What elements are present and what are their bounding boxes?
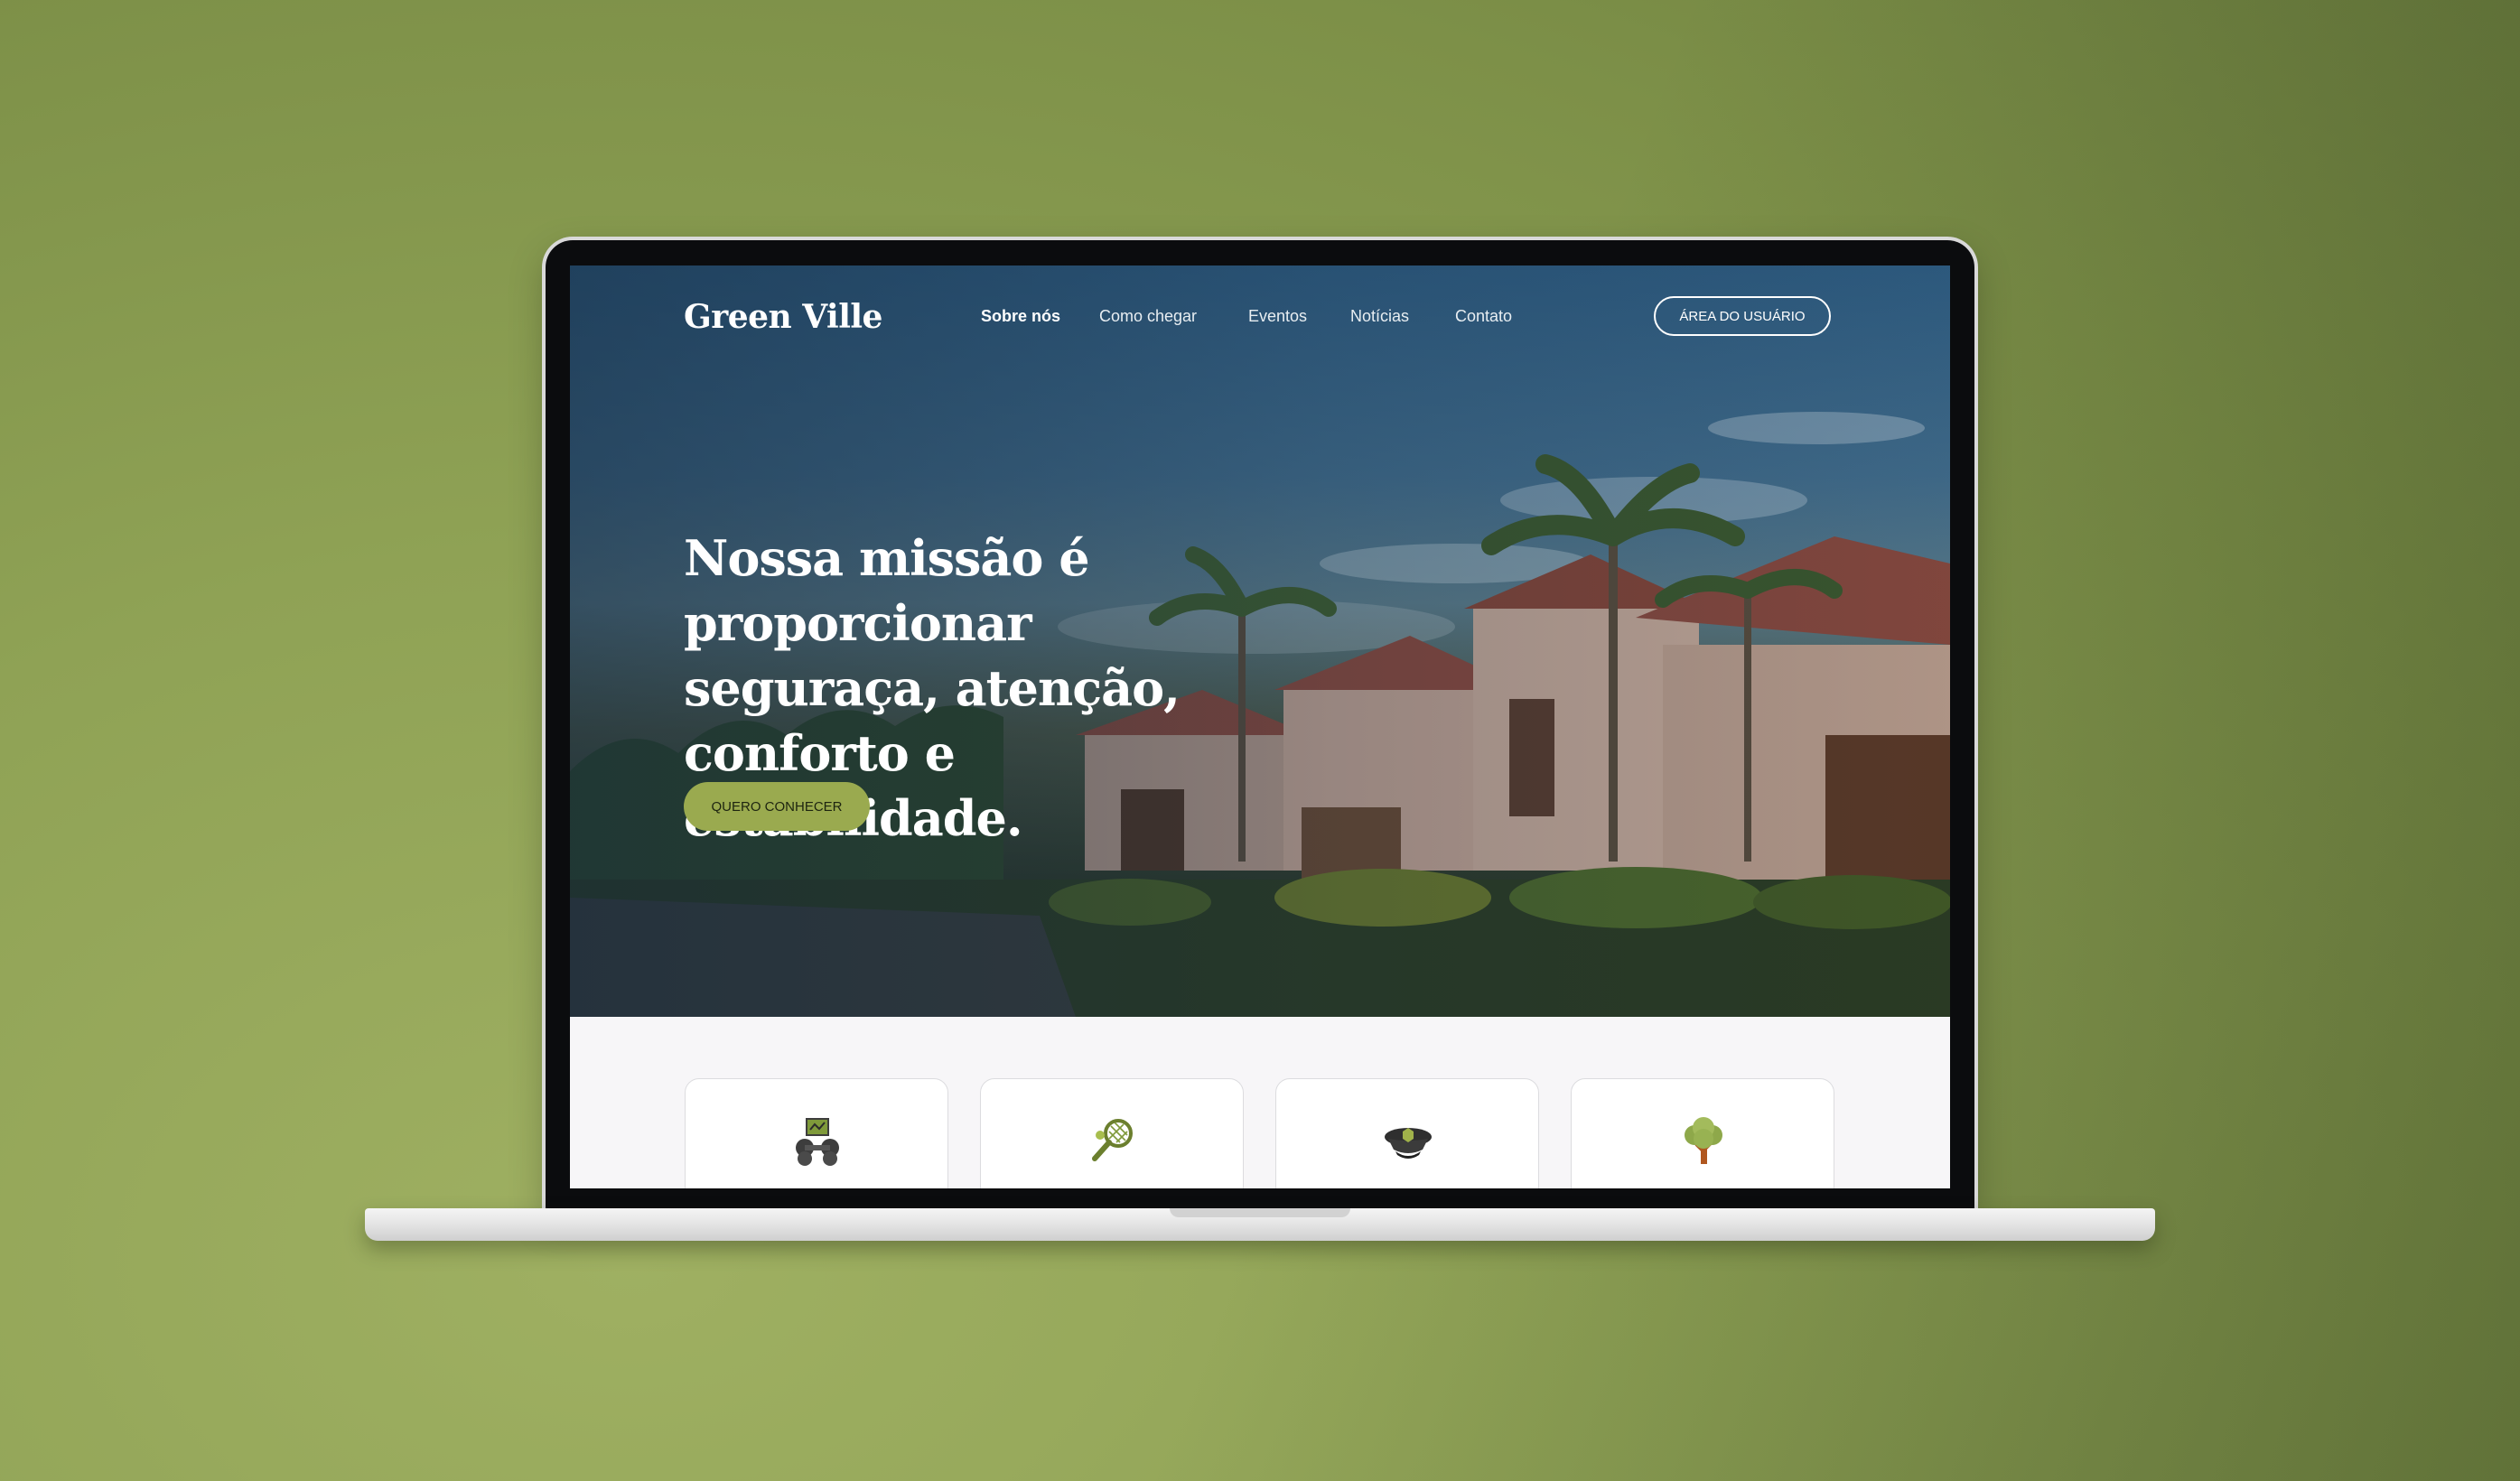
hero-section: Green Ville Sobre nós Como chegar Evento… — [570, 265, 1950, 1017]
nav-item-noticias[interactable]: Notícias — [1350, 307, 1409, 326]
feature-card-nature[interactable] — [1571, 1078, 1834, 1188]
feature-card-gym[interactable] — [685, 1078, 948, 1188]
laptop-base-notch — [1170, 1208, 1350, 1217]
website-screen: Green Ville Sobre nós Como chegar Evento… — [570, 265, 1950, 1188]
tree-icon — [1685, 1117, 1722, 1164]
nav-item-contato[interactable]: Contato — [1455, 307, 1512, 326]
feature-card-tennis[interactable] — [980, 1078, 1244, 1188]
nav-item-sobre-nos[interactable]: Sobre nós — [981, 307, 1060, 326]
quero-conhecer-button[interactable]: QUERO CONHECER — [684, 782, 870, 831]
gym-dumbbell-icon — [796, 1118, 839, 1166]
site-logo[interactable]: Green Ville — [684, 298, 882, 336]
feature-card-security[interactable] — [1275, 1078, 1539, 1188]
tennis-racket-icon — [1092, 1119, 1133, 1161]
user-area-button[interactable]: ÁREA DO USUÁRIO — [1654, 296, 1831, 336]
nav-item-eventos[interactable]: Eventos — [1248, 307, 1307, 326]
security-guard-cap-icon — [1385, 1128, 1432, 1159]
hero-headline-line: Nossa missão é proporcionar — [684, 529, 1090, 652]
nav-item-como-chegar[interactable]: Como chegar — [1099, 307, 1197, 326]
hero-headline-line: seguraça, atenção, conforto e — [684, 659, 1181, 782]
